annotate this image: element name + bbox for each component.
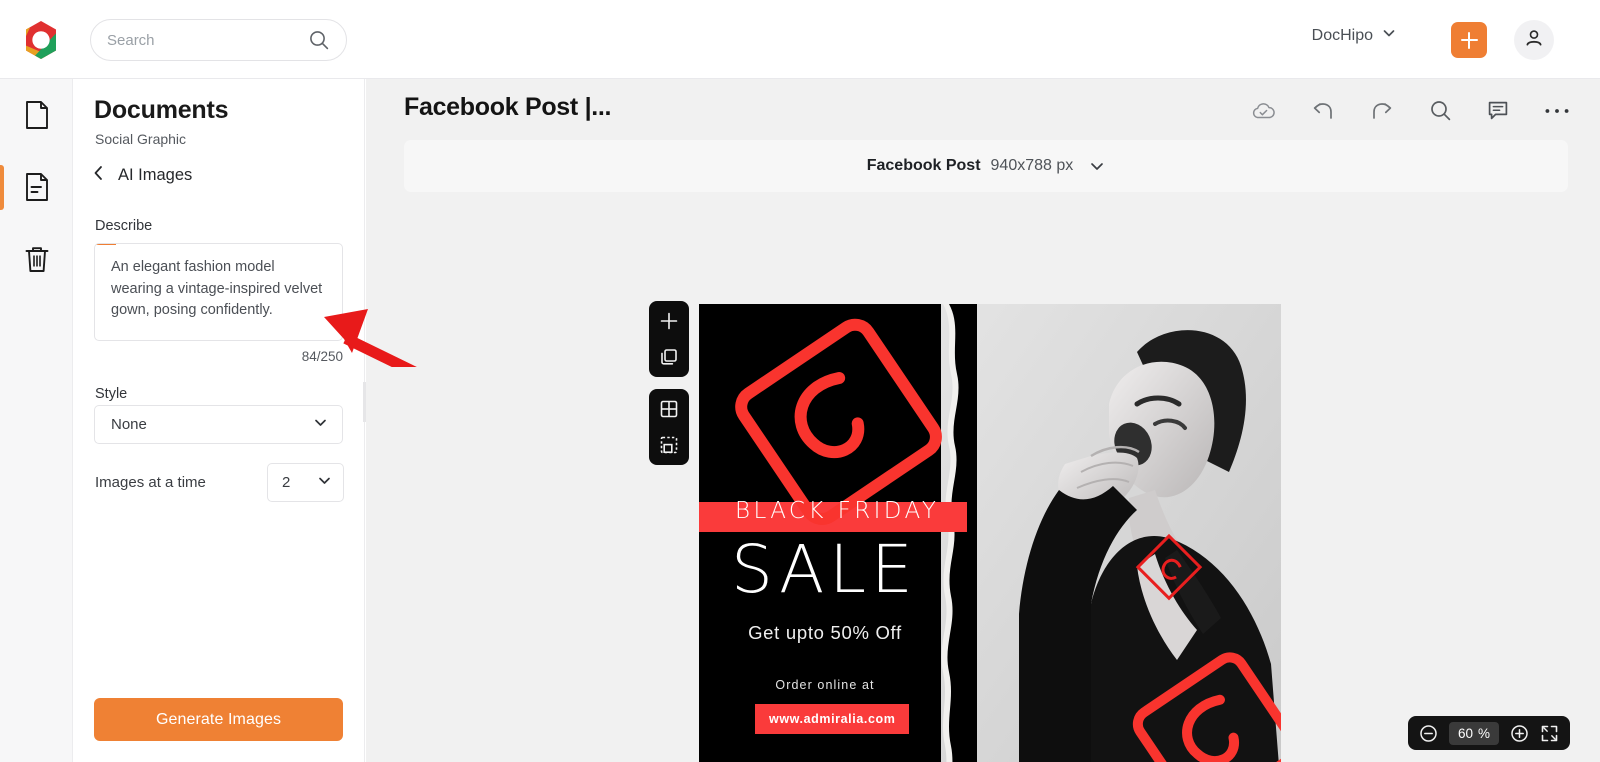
headline-black-friday: BLACK FRIDAY <box>735 498 940 524</box>
app-root: DocHipo <box>0 0 1600 762</box>
left-rail <box>0 79 73 762</box>
copy-icon[interactable] <box>657 345 681 369</box>
search-icon[interactable] <box>308 29 330 51</box>
back-label: AI Images <box>118 166 193 184</box>
undo-arrow-icon[interactable] <box>1311 100 1335 122</box>
panel-subtitle: Social Graphic <box>95 131 187 147</box>
artboard[interactable]: BLACK FRIDAY SALE Get upto 50% Off Order… <box>699 304 1281 762</box>
brand-mark-red-secondary-icon <box>1121 650 1281 762</box>
rail-item-trash[interactable] <box>0 223 73 295</box>
order-online-text: Order online at <box>775 678 875 692</box>
float-group-layout <box>649 389 689 465</box>
back-to-ai-images[interactable]: AI Images <box>93 165 192 186</box>
trash-icon <box>25 247 48 272</box>
chevron-down-icon <box>1382 26 1396 45</box>
cloud-check-icon[interactable] <box>1251 101 1276 121</box>
describe-value: An elegant fashion model wearing a vinta… <box>111 259 327 318</box>
create-new-button[interactable] <box>1451 22 1487 58</box>
brand-selector[interactable]: DocHipo <box>1312 26 1396 45</box>
chevron-down-icon[interactable] <box>1089 158 1105 174</box>
search-box[interactable] <box>90 19 347 61</box>
document-size-bar[interactable]: Facebook Post 940x788 px <box>404 140 1568 192</box>
search-input[interactable] <box>107 31 308 49</box>
size-bar-name: Facebook Post <box>866 157 981 174</box>
grid-icon[interactable] <box>657 397 681 421</box>
redo-arrow-icon[interactable] <box>1370 100 1394 122</box>
describe-textarea[interactable]: An elegant fashion model wearing a vinta… <box>94 243 343 341</box>
generate-images-button[interactable]: Generate Images <box>94 698 343 741</box>
zoom-value: 60 <box>1457 725 1473 741</box>
style-select[interactable]: None <box>94 405 343 444</box>
rail-item-documents[interactable] <box>0 151 73 223</box>
dochipo-logo-icon[interactable] <box>18 17 64 63</box>
headline-sale: SALE <box>731 531 918 608</box>
document-lines-icon <box>25 173 48 201</box>
zoom-control: 60 % <box>1407 716 1570 750</box>
images-at-a-time-row: Images at a time 2 <box>95 463 344 502</box>
chevron-left-icon <box>93 165 104 186</box>
comment-icon[interactable] <box>1487 100 1509 122</box>
size-bar-dimensions: 940x788 px <box>990 157 1074 174</box>
rail-item-blank-page[interactable] <box>0 79 73 151</box>
images-at-a-time-value: 2 <box>282 474 291 491</box>
style-label: Style <box>95 386 128 402</box>
search-icon[interactable] <box>1429 99 1452 122</box>
editor-toolbar <box>1251 99 1570 122</box>
editor-area: Facebook Post |... Facebook Post 940x788… <box>366 79 1600 762</box>
images-at-a-time-label: Images at a time <box>95 474 206 491</box>
canvas-float-tools <box>649 301 689 465</box>
describe-label: Describe <box>95 218 153 234</box>
ellipsis-icon[interactable] <box>1544 107 1570 115</box>
brand-label: DocHipo <box>1311 26 1373 44</box>
panel-title: Documents <box>94 96 229 124</box>
images-at-a-time-select[interactable]: 2 <box>267 463 344 502</box>
canvas-area[interactable]: BLACK FRIDAY SALE Get upto 50% Off Order… <box>366 204 1600 762</box>
float-group-add <box>649 301 689 377</box>
zoom-out-button[interactable] <box>1419 724 1438 743</box>
style-value: None <box>111 416 147 433</box>
zoom-in-button[interactable] <box>1510 724 1529 743</box>
side-panel: Documents Social Graphic AI Images Descr… <box>73 79 365 762</box>
account-avatar[interactable] <box>1514 20 1554 60</box>
website-url-chip: www.admiralia.com <box>755 704 910 734</box>
plus-icon[interactable] <box>657 309 681 333</box>
page-icon <box>25 101 48 129</box>
top-bar: DocHipo <box>0 0 1600 79</box>
zoom-unit: % <box>1477 725 1490 741</box>
chevron-down-icon <box>313 415 328 435</box>
zoom-value-display[interactable]: 60 % <box>1448 721 1499 745</box>
document-title[interactable]: Facebook Post |... <box>404 93 612 122</box>
crop-marquee-icon[interactable] <box>657 433 681 457</box>
chevron-down-icon <box>317 473 332 493</box>
describe-char-counter: 84/250 <box>301 349 343 364</box>
user-avatar-icon <box>1523 27 1545 54</box>
offer-text: Get upto 50% Off <box>748 622 902 643</box>
expand-icon[interactable] <box>1540 724 1559 743</box>
